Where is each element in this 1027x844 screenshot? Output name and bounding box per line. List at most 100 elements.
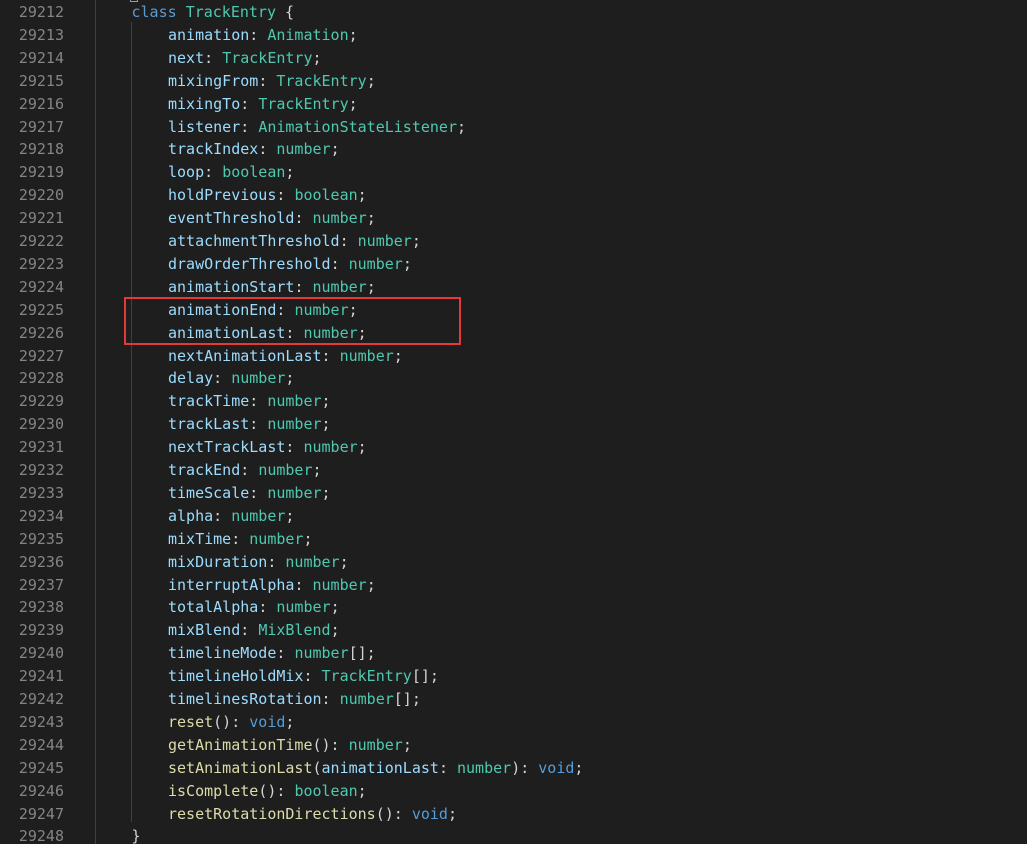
line-number: 29228 [18, 369, 64, 388]
punctuation-token: : [258, 71, 277, 90]
property-token: drawOrderThreshold [168, 254, 331, 273]
punctuation-token: []; [393, 690, 421, 708]
code-line[interactable]: trackLast: number; [168, 413, 331, 436]
code-line[interactable]: mixingFrom: TrackEntry; [168, 70, 376, 93]
line-number: 29243 [18, 712, 64, 731]
code-line[interactable]: mixBlend: MixBlend; [168, 619, 340, 642]
type-token: number [267, 415, 322, 434]
code-line[interactable]: next: TrackEntry; [168, 47, 322, 70]
type-token: number [312, 575, 367, 594]
punctuation-token: : [231, 529, 250, 548]
punctuation-token: []; [348, 644, 376, 663]
code-line[interactable]: timelineHoldMix: TrackEntry[]; [168, 665, 439, 688]
code-area[interactable]: class TrackEntry {animation: Animation; n… [92, 0, 1027, 844]
code-line[interactable]: } [132, 825, 141, 844]
punctuation-token: ; [411, 232, 421, 250]
punctuation-token [177, 3, 186, 21]
type-token: number [348, 735, 403, 754]
line-number: 29231 [18, 438, 64, 457]
code-line[interactable]: mixingTo: TrackEntry; [168, 93, 358, 116]
type-token: TrackEntry [321, 667, 412, 686]
code-line[interactable]: reset(): void; [168, 711, 294, 734]
code-line[interactable]: isComplete(): boolean; [168, 780, 367, 803]
code-line[interactable]: mixTime: number; [168, 528, 313, 551]
punctuation-token: []; [411, 667, 439, 686]
punctuation-token: ; [321, 415, 331, 434]
line-number: 29218 [18, 140, 64, 159]
code-editor[interactable]: 29212 29213 29214 29215 29216 29217 29218 29219… [0, 0, 1027, 844]
function-token: reset [168, 712, 214, 731]
punctuation-token: ; [285, 369, 295, 388]
code-line[interactable]: holdPrevious: boolean; [168, 184, 367, 207]
code-line[interactable]: totalAlpha: number; [168, 596, 340, 619]
keyword-token: class [131, 3, 177, 21]
keyword-token: void [249, 712, 286, 731]
line-number: 29237 [18, 575, 64, 594]
line-number: 29219 [18, 163, 64, 182]
line-number-gutter: 29212 29213 29214 29215 29216 29217 29218 29219… [0, 0, 92, 844]
code-line[interactable]: interruptAlpha: number; [168, 574, 376, 597]
line-number: 29230 [18, 415, 64, 434]
type-token: MixBlend [258, 621, 331, 640]
punctuation-token: (): [312, 735, 349, 754]
code-line[interactable]: trackIndex: number; [168, 138, 340, 161]
property-token: nextAnimationLast [168, 346, 322, 365]
code-line[interactable]: listener: AnimationStateListener; [168, 116, 466, 139]
punctuation-token: ; [457, 117, 467, 136]
code-line[interactable]: trackEnd: number; [168, 459, 322, 482]
code-line[interactable]: setAnimationLast(animationLast: number):… [168, 757, 583, 780]
code-line[interactable]: resetRotationDirections(): void; [168, 803, 457, 826]
line-number: 29222 [18, 232, 64, 250]
code-line[interactable]: eventThreshold: number; [168, 207, 376, 230]
code-line[interactable]: drawOrderThreshold: number; [168, 253, 412, 276]
code-line[interactable]: timeScale: number; [168, 482, 331, 505]
punctuation-token: : [294, 277, 313, 296]
line-number: 29224 [18, 277, 64, 296]
type-token: number [312, 277, 367, 296]
punctuation-token: ; [574, 758, 584, 777]
punctuation-token: : [204, 48, 223, 67]
code-line[interactable]: loop: boolean; [168, 161, 294, 184]
code-line[interactable]: delay: number; [168, 367, 294, 390]
punctuation-token: : [330, 254, 349, 273]
code-line[interactable]: animationStart: number; [168, 276, 376, 299]
punctuation-token: ; [402, 735, 412, 754]
code-line[interactable]: nextTrackLast: number; [168, 436, 367, 459]
property-token: timelineHoldMix [168, 667, 304, 686]
line-number: 29240 [18, 644, 64, 663]
code-line[interactable]: mixDuration: number; [168, 551, 349, 574]
code-line[interactable]: attachmentThreshold: number; [168, 230, 421, 253]
code-line[interactable]: nextAnimationLast: number; [168, 345, 403, 368]
keyword-token: void [538, 758, 575, 777]
code-line[interactable]: timelinesRotation: number[]; [168, 688, 421, 711]
punctuation-token: ; [330, 621, 340, 640]
punctuation-token: ; [312, 461, 322, 479]
punctuation-token: ; [285, 712, 295, 731]
code-line[interactable]: animation: Animation; [168, 24, 358, 47]
punctuation-token: ( [312, 758, 322, 777]
line-number: 29247 [18, 804, 64, 823]
property-token: eventThreshold [168, 209, 295, 228]
punctuation-token: ; [357, 186, 367, 205]
highlight-annotation-box [124, 297, 461, 345]
punctuation-token: ; [285, 163, 295, 182]
punctuation-token: : [339, 232, 358, 250]
line-number: 29244 [18, 735, 64, 754]
line-number: 29214 [18, 48, 64, 67]
line-number: 29227 [18, 346, 64, 365]
type-token: number [357, 232, 412, 250]
code-line[interactable]: class TrackEntry { [132, 1, 295, 24]
indent-guide [131, 22, 132, 822]
line-number: 29248 [18, 827, 64, 844]
code-line[interactable]: getAnimationTime(): number; [168, 734, 412, 757]
punctuation-token: ; [366, 575, 376, 594]
type-token: number [258, 461, 313, 479]
line-number: 29213 [18, 25, 64, 44]
type-token: Animation [267, 25, 349, 44]
type-token: number [276, 598, 331, 617]
code-line[interactable]: alpha: number; [168, 505, 294, 528]
indent-guide [95, 0, 96, 844]
code-line[interactable]: timelineMode: number[]; [168, 642, 376, 665]
code-line[interactable]: trackTime: number; [168, 390, 331, 413]
punctuation-token: : [213, 506, 232, 525]
